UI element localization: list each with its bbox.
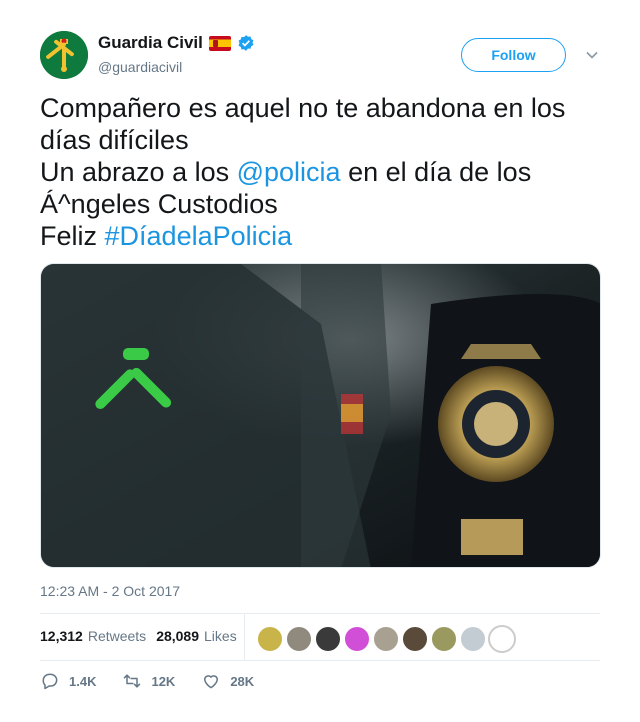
- liker-avatar[interactable]: [401, 625, 429, 653]
- tweet-text-line: Un abrazo a los @policia en el día de lo…: [40, 156, 610, 188]
- tweet-text-line: Feliz #DíadelaPolicia: [40, 220, 610, 252]
- tweet-text-segment: Un abrazo a los: [40, 157, 237, 187]
- author-display-name[interactable]: Guardia Civil: [98, 33, 203, 53]
- like-action[interactable]: 28K: [201, 671, 254, 691]
- spain-flag-icon: [208, 35, 231, 51]
- police-uniform-badge-image: [41, 264, 600, 567]
- engagement-stats: 12,312 Retweets 28,089 Likes: [40, 628, 247, 644]
- tweet-actions: 1.4K 12K 28K: [40, 671, 280, 691]
- tweet-text-segment: en el día de los: [340, 157, 532, 187]
- likers-avatars: [256, 625, 517, 653]
- author-handle[interactable]: @guardiacivil: [98, 59, 182, 75]
- guardia-civil-avatar[interactable]: [40, 31, 88, 79]
- tweet-text-segment: días difíciles: [40, 125, 189, 155]
- liker-avatar[interactable]: [314, 625, 342, 653]
- liker-avatar[interactable]: [343, 625, 371, 653]
- retweets-label[interactable]: Retweets: [88, 628, 146, 644]
- hashtag-link[interactable]: #DíadelaPolicia: [105, 221, 293, 251]
- divider-top: [40, 613, 600, 614]
- stats-separator: [244, 614, 245, 660]
- tweet-photo[interactable]: [40, 263, 601, 568]
- reply-icon: [42, 673, 58, 690]
- divider-bottom: [40, 660, 600, 661]
- tweet-text-segment: Á^ngeles Custodios: [40, 189, 278, 219]
- like-count: 28K: [230, 673, 255, 689]
- verified-badge-icon: [238, 35, 254, 51]
- liker-avatar[interactable]: [285, 625, 313, 653]
- liker-avatar[interactable]: [459, 625, 487, 653]
- tweet-timestamp[interactable]: 12:23 AM - 2 Oct 2017: [40, 583, 180, 599]
- retweet-icon: [124, 674, 141, 688]
- reply-count: 1.4K: [69, 673, 97, 689]
- reply-action[interactable]: 1.4K: [40, 671, 96, 691]
- retweet-count: 12K: [151, 673, 176, 689]
- liker-avatar[interactable]: [372, 625, 400, 653]
- likes-count[interactable]: 28,089: [156, 628, 199, 644]
- tweet: Guardia Civil @guardiacivil Follow Compa…: [0, 0, 640, 722]
- tweet-text: Compañero es aquel no te abandona en los…: [40, 92, 610, 252]
- chevron-down-icon[interactable]: [584, 47, 600, 63]
- likes-label[interactable]: Likes: [204, 628, 237, 644]
- tweet-text-segment: Compañero es aquel no te abandona en los: [40, 93, 566, 123]
- tweet-text-line: Compañero es aquel no te abandona en los: [40, 92, 610, 124]
- guardia-civil-emblem-icon: [40, 31, 88, 79]
- liker-avatar[interactable]: [430, 625, 458, 653]
- heart-icon: [204, 675, 219, 689]
- follow-button[interactable]: Follow: [461, 38, 566, 72]
- retweets-count[interactable]: 12,312: [40, 628, 83, 644]
- author-name-row: Guardia Civil: [98, 33, 255, 53]
- liker-avatar[interactable]: [488, 625, 516, 653]
- retweet-action[interactable]: 12K: [122, 671, 175, 691]
- tweet-text-line: días difíciles: [40, 124, 610, 156]
- tweet-text-segment: Feliz: [40, 221, 105, 251]
- mention-link[interactable]: @policia: [237, 157, 341, 187]
- liker-avatar[interactable]: [256, 625, 284, 653]
- tweet-text-line: Á^ngeles Custodios: [40, 188, 610, 220]
